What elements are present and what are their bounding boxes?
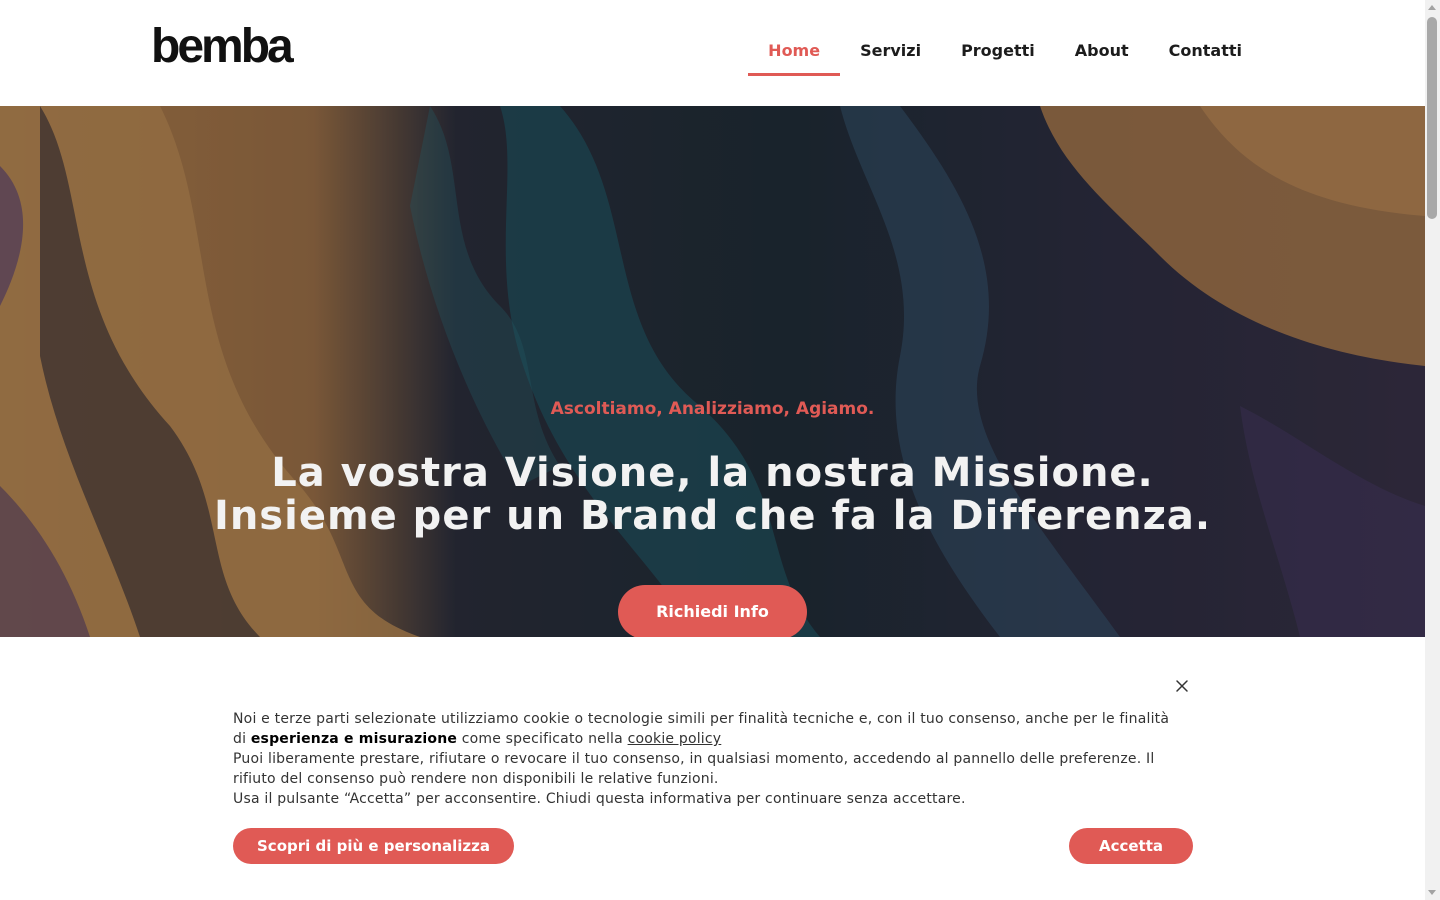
scrollbar[interactable] bbox=[1425, 0, 1440, 900]
cookie-banner: Noi e terze parti selezionate utilizziam… bbox=[0, 637, 1425, 900]
cookie-policy-link[interactable]: cookie policy bbox=[628, 731, 722, 747]
main-nav: Home Servizi Progetti About Contatti bbox=[748, 30, 1262, 76]
hero-title-line-2: Insieme per un Brand che fa la Differenz… bbox=[213, 493, 1212, 539]
cookie-paragraph-3: Usa il pulsante “Accetta” per acconsenti… bbox=[233, 791, 966, 807]
close-icon[interactable] bbox=[1174, 678, 1190, 694]
scrollbar-thumb[interactable] bbox=[1427, 17, 1437, 219]
cookie-notice-text: Noi e terze parti selezionate utilizziam… bbox=[233, 709, 1173, 809]
cookie-text-1b: come specificato nella bbox=[461, 731, 623, 747]
hero-title-line-1: La vostra Visione, la nostra Missione. bbox=[271, 450, 1154, 496]
nav-item-home[interactable]: Home bbox=[748, 30, 840, 76]
request-info-button[interactable]: Richiedi Info bbox=[618, 585, 807, 637]
nav-item-about[interactable]: About bbox=[1055, 30, 1149, 76]
cookie-paragraph-2: Puoi liberamente prestare, rifiutare o r… bbox=[233, 751, 1155, 787]
logo[interactable]: bemba bbox=[151, 19, 294, 75]
hero-title: La vostra Visione, la nostra Missione. I… bbox=[0, 452, 1425, 538]
scroll-up-arrow-icon[interactable] bbox=[1428, 5, 1436, 10]
hero-tagline: Ascoltiamo, Analizziamo, Agiamo. bbox=[550, 399, 875, 419]
cookie-text-bold: esperienza e misurazione bbox=[250, 731, 458, 747]
learn-more-customize-button[interactable]: Scopri di più e personalizza bbox=[233, 828, 514, 864]
nav-item-servizi[interactable]: Servizi bbox=[840, 30, 941, 76]
page: bemba Home Servizi Progetti About Contat… bbox=[0, 0, 1425, 900]
cookie-paragraph-1: Noi e terze parti selezionate utilizziam… bbox=[233, 709, 1173, 749]
hero-overlay bbox=[0, 106, 1425, 637]
hero-section: Ascoltiamo, Analizziamo, Agiamo. La vost… bbox=[0, 106, 1425, 637]
nav-item-progetti[interactable]: Progetti bbox=[941, 30, 1055, 76]
scroll-down-arrow-icon[interactable] bbox=[1428, 890, 1436, 895]
site-header: bemba Home Servizi Progetti About Contat… bbox=[0, 0, 1425, 106]
accept-button[interactable]: Accetta bbox=[1069, 828, 1193, 864]
nav-item-contatti[interactable]: Contatti bbox=[1149, 30, 1262, 76]
